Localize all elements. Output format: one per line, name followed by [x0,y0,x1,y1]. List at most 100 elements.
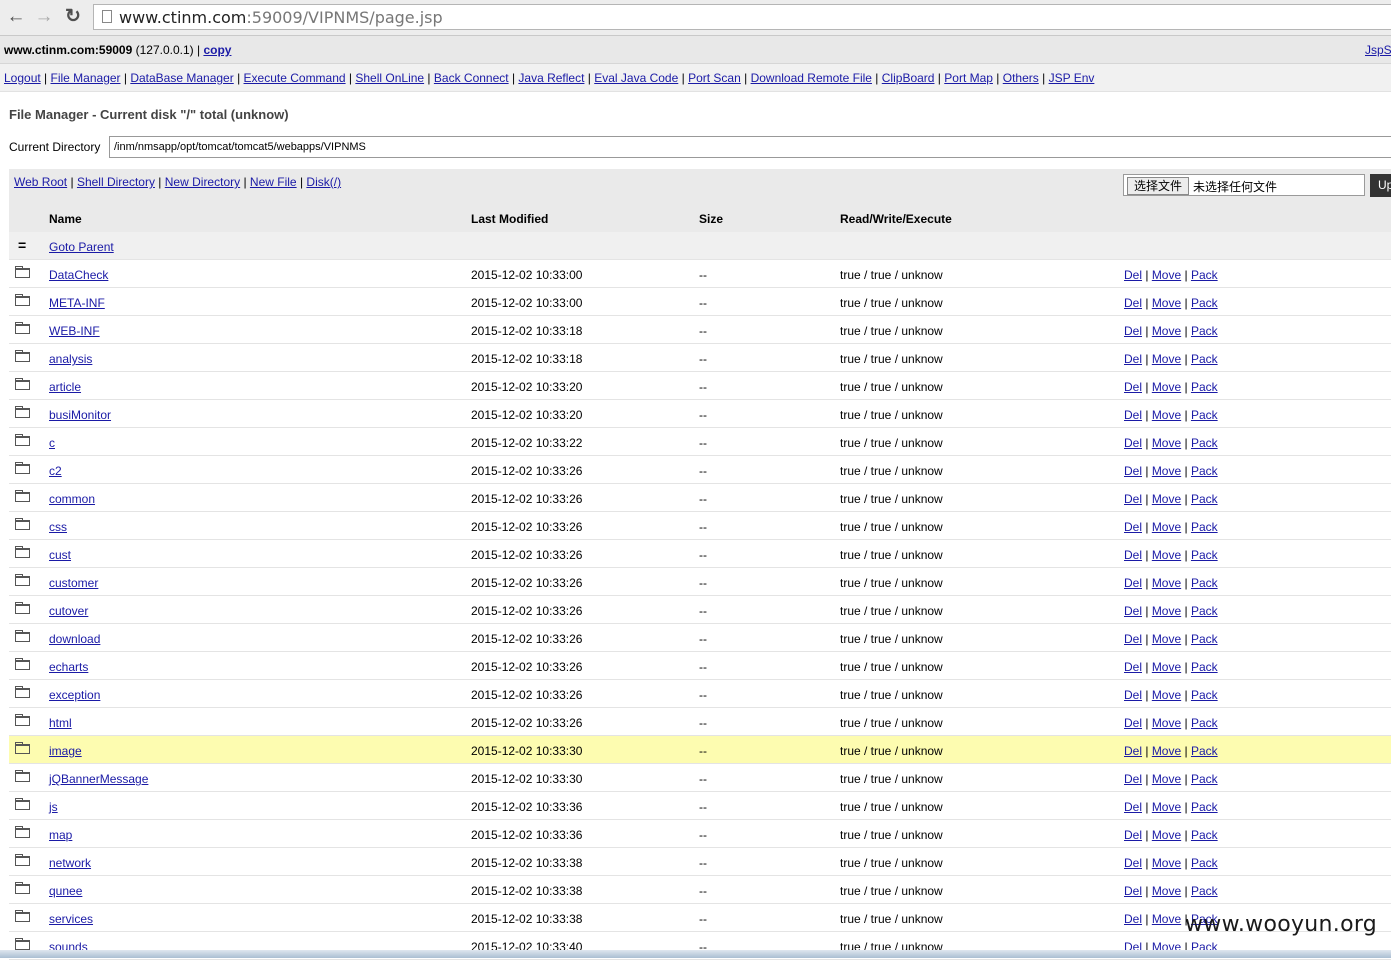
folder-name-link[interactable]: busiMonitor [49,408,111,422]
del-link[interactable]: Del [1124,268,1142,282]
menu-logout[interactable]: Logout [4,71,41,85]
folder-name-link[interactable]: map [49,828,72,842]
move-link[interactable]: Move [1152,744,1181,758]
menu-file-manager[interactable]: File Manager [51,71,121,85]
del-link[interactable]: Del [1124,772,1142,786]
move-link[interactable]: Move [1152,548,1181,562]
move-link[interactable]: Move [1152,828,1181,842]
move-link[interactable]: Move [1152,604,1181,618]
del-link[interactable]: Del [1124,828,1142,842]
pack-link[interactable]: Pack [1191,744,1218,758]
menu-eval-java-code[interactable]: Eval Java Code [594,71,678,85]
move-link[interactable]: Move [1152,492,1181,506]
pack-link[interactable]: Pack [1191,380,1218,394]
file-upload-input[interactable]: 选择文件 未选择任何文件 [1123,174,1365,196]
move-link[interactable]: Move [1152,520,1181,534]
address-bar[interactable]: www.ctinm.com:59009/VIPNMS/page.jsp [93,4,1391,30]
folder-name-link[interactable]: qunee [49,884,82,898]
del-link[interactable]: Del [1124,716,1142,730]
del-link[interactable]: Del [1124,464,1142,478]
del-link[interactable]: Del [1124,548,1142,562]
menu-back-connect[interactable]: Back Connect [434,71,509,85]
tool-web-root[interactable]: Web Root [14,175,67,189]
move-link[interactable]: Move [1152,436,1181,450]
pack-link[interactable]: Pack [1191,464,1218,478]
menu-shell-online[interactable]: Shell OnLine [355,71,424,85]
del-link[interactable]: Del [1124,912,1142,926]
move-link[interactable]: Move [1152,716,1181,730]
folder-name-link[interactable]: c [49,436,55,450]
move-link[interactable]: Move [1152,576,1181,590]
menu-download-remote-file[interactable]: Download Remote File [751,71,872,85]
folder-name-link[interactable]: analysis [49,352,92,366]
pack-link[interactable]: Pack [1191,660,1218,674]
menu-clipboard[interactable]: ClipBoard [882,71,935,85]
menu-execute-command[interactable]: Execute Command [244,71,346,85]
pack-link[interactable]: Pack [1191,772,1218,786]
move-link[interactable]: Move [1152,464,1181,478]
del-link[interactable]: Del [1124,380,1142,394]
move-link[interactable]: Move [1152,912,1181,926]
pack-link[interactable]: Pack [1191,576,1218,590]
tool-disk[interactable]: Disk(/) [306,175,341,189]
folder-name-link[interactable]: article [49,380,81,394]
folder-name-link[interactable]: c2 [49,464,62,478]
folder-name-link[interactable]: network [49,856,91,870]
pack-link[interactable]: Pack [1191,716,1218,730]
folder-name-link[interactable]: cust [49,548,71,562]
copy-link[interactable]: copy [203,43,231,57]
pack-link[interactable]: Pack [1191,800,1218,814]
menu-java-reflect[interactable]: Java Reflect [518,71,584,85]
folder-name-link[interactable]: exception [49,688,100,702]
menu-port-scan[interactable]: Port Scan [688,71,741,85]
reload-icon[interactable]: ↻ [63,7,83,27]
pack-link[interactable]: Pack [1191,856,1218,870]
tool-shell-directory[interactable]: Shell Directory [77,175,155,189]
pack-link[interactable]: Pack [1191,436,1218,450]
pack-link[interactable]: Pack [1191,408,1218,422]
del-link[interactable]: Del [1124,408,1142,422]
move-link[interactable]: Move [1152,296,1181,310]
del-link[interactable]: Del [1124,576,1142,590]
folder-name-link[interactable]: css [49,520,67,534]
pack-link[interactable]: Pack [1191,828,1218,842]
choose-file-button[interactable]: 选择文件 [1127,177,1190,195]
folder-name-link[interactable]: js [49,800,58,814]
pack-link[interactable]: Pack [1191,884,1218,898]
pack-link[interactable]: Pack [1191,324,1218,338]
del-link[interactable]: Del [1124,856,1142,870]
del-link[interactable]: Del [1124,436,1142,450]
del-link[interactable]: Del [1124,800,1142,814]
del-link[interactable]: Del [1124,604,1142,618]
menu-jsp-env[interactable]: JSP Env [1049,71,1095,85]
pack-link[interactable]: Pack [1191,268,1218,282]
folder-name-link[interactable]: customer [49,576,98,590]
current-directory-input[interactable]: /inm/nmsapp/opt/tomcat/tomcat5/webapps/V… [109,136,1391,158]
pack-link[interactable]: Pack [1191,688,1218,702]
del-link[interactable]: Del [1124,660,1142,674]
menu-database-manager[interactable]: DataBase Manager [130,71,233,85]
del-link[interactable]: Del [1124,492,1142,506]
menu-port-map[interactable]: Port Map [944,71,993,85]
del-link[interactable]: Del [1124,744,1142,758]
pack-link[interactable]: Pack [1191,296,1218,310]
del-link[interactable]: Del [1124,632,1142,646]
pack-link[interactable]: Pack [1191,632,1218,646]
move-link[interactable]: Move [1152,800,1181,814]
del-link[interactable]: Del [1124,688,1142,702]
forward-icon[interactable]: → [34,7,54,27]
tool-new-directory[interactable]: New Directory [165,175,240,189]
folder-name-link[interactable]: echarts [49,660,88,674]
folder-name-link[interactable]: jQBannerMessage [49,772,148,786]
folder-name-link[interactable]: META-INF [49,296,105,310]
folder-name-link[interactable]: html [49,716,72,730]
folder-name-link[interactable]: image [49,744,82,758]
move-link[interactable]: Move [1152,772,1181,786]
move-link[interactable]: Move [1152,352,1181,366]
folder-name-link[interactable]: services [49,912,93,926]
menu-others[interactable]: Others [1003,71,1039,85]
pack-link[interactable]: Pack [1191,492,1218,506]
folder-name-link[interactable]: download [49,632,100,646]
move-link[interactable]: Move [1152,380,1181,394]
upload-button[interactable]: Up [1370,174,1391,197]
